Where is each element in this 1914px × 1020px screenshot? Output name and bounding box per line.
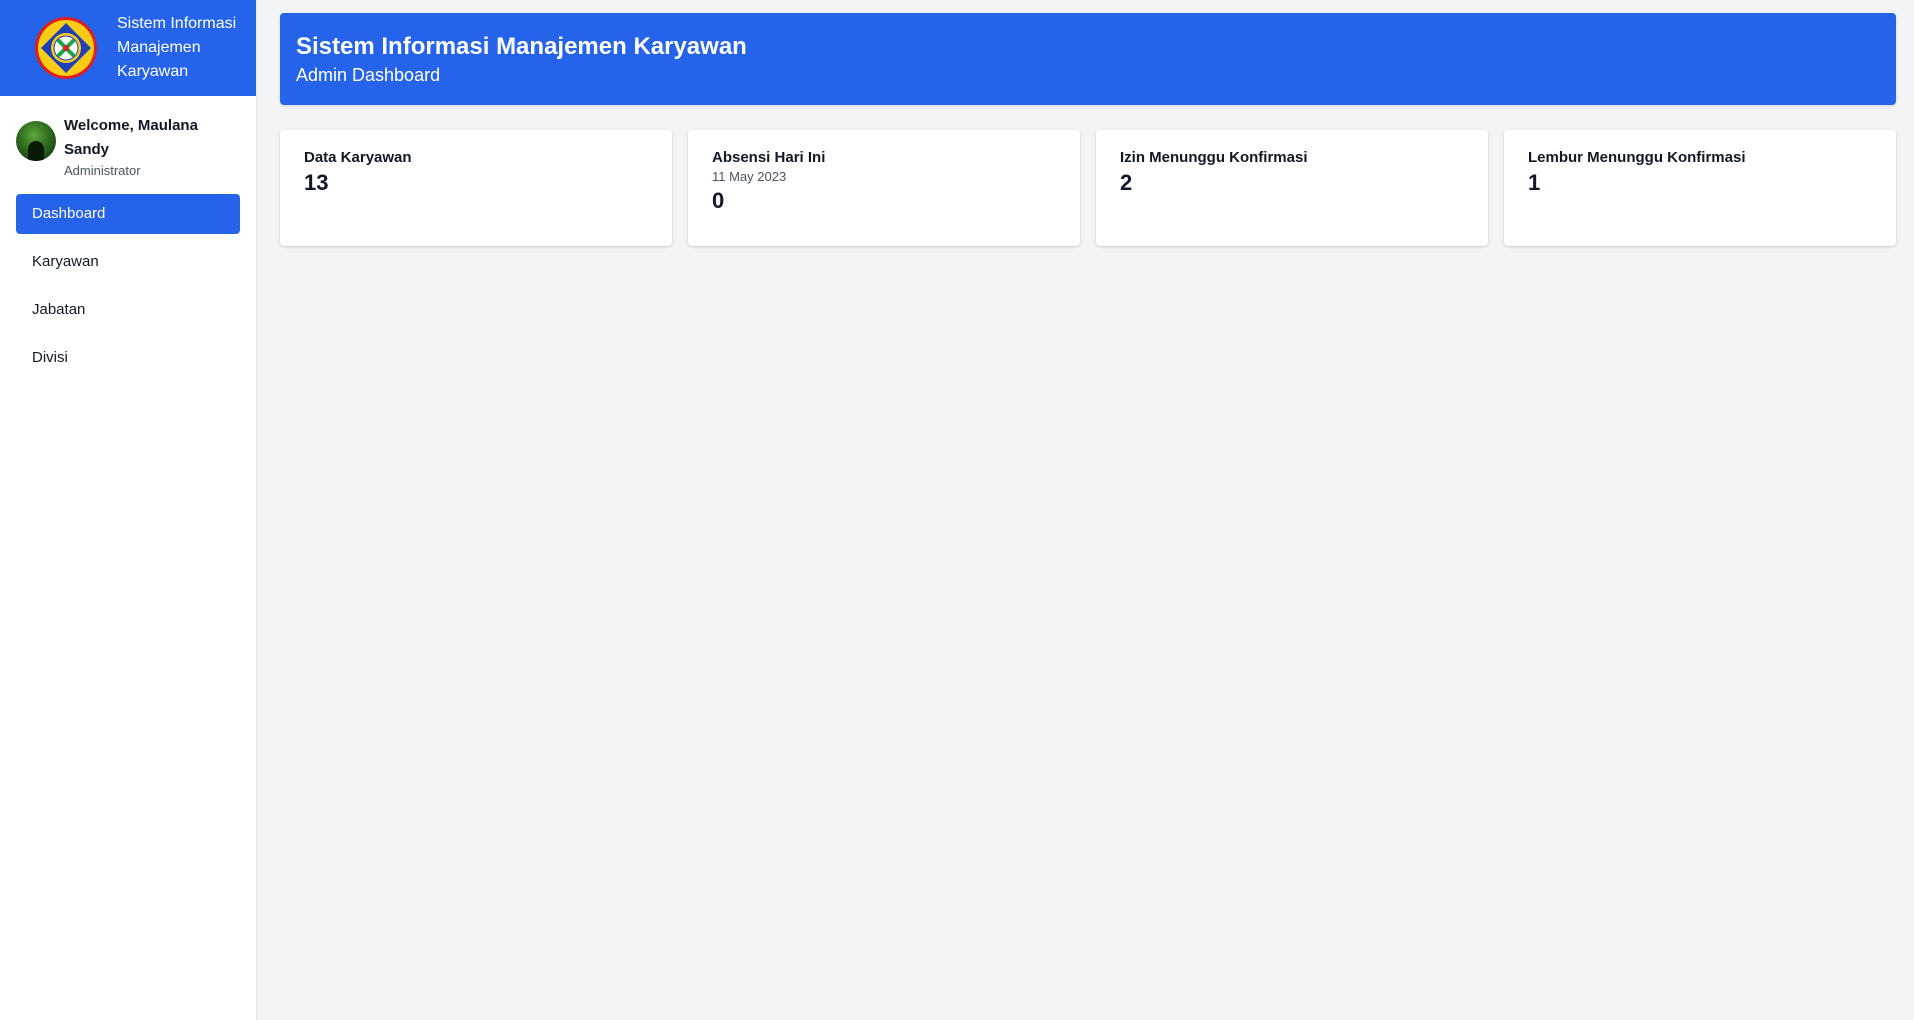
card-title: Lembur Menunggu Konfirmasi bbox=[1528, 149, 1746, 166]
sidebar-item-jabatan[interactable]: Jabatan bbox=[16, 290, 240, 330]
app-root: Sistem Informasi Manajemen Karyawan Welc… bbox=[0, 0, 1914, 1020]
card-lembur-menunggu[interactable]: Lembur Menunggu Konfirmasi 1 bbox=[1504, 130, 1896, 246]
user-profile: Welcome, Maulana Sandy Administrator bbox=[0, 96, 256, 180]
card-title: Data Karyawan bbox=[304, 149, 412, 166]
brand-title: Sistem Informasi Manajemen Karyawan bbox=[117, 15, 237, 80]
page-title: Sistem Informasi Manajemen Karyawan bbox=[296, 33, 747, 60]
card-izin-menunggu[interactable]: Izin Menunggu Konfirmasi 2 bbox=[1096, 130, 1488, 246]
sidebar-nav: Dashboard Karyawan Jabatan Divisi bbox=[0, 180, 256, 378]
main-content: Sistem Informasi Manajemen Karyawan Admi… bbox=[257, 0, 1914, 1020]
brand-header: Sistem Informasi Manajemen Karyawan bbox=[0, 0, 256, 96]
card-title: Absensi Hari Ini bbox=[712, 149, 826, 166]
page-header: Sistem Informasi Manajemen Karyawan Admi… bbox=[280, 13, 1896, 105]
avatar bbox=[16, 121, 56, 161]
sidebar-item-divisi[interactable]: Divisi bbox=[16, 338, 240, 378]
card-title: Izin Menunggu Konfirmasi bbox=[1120, 149, 1308, 166]
card-value: 2 bbox=[1120, 170, 1133, 195]
welcome-text: Welcome, Maulana Sandy bbox=[64, 117, 198, 158]
user-info: Welcome, Maulana Sandy Administrator bbox=[64, 114, 240, 180]
page-subtitle: Admin Dashboard bbox=[296, 65, 441, 85]
card-date: 11 May 2023 bbox=[712, 169, 787, 184]
card-value: 1 bbox=[1528, 170, 1541, 195]
stat-cards: Data Karyawan 13 Absensi Hari Ini 11 May… bbox=[280, 130, 1896, 246]
sidebar-item-karyawan[interactable]: Karyawan bbox=[16, 242, 240, 282]
user-role: Administrator bbox=[64, 163, 141, 178]
card-data-karyawan[interactable]: Data Karyawan 13 bbox=[280, 130, 672, 246]
sidebar: Sistem Informasi Manajemen Karyawan Welc… bbox=[0, 0, 257, 1020]
logo-icon[interactable] bbox=[34, 16, 98, 80]
card-value: 0 bbox=[712, 188, 725, 213]
card-value: 13 bbox=[304, 170, 329, 195]
card-absensi-hari-ini[interactable]: Absensi Hari Ini 11 May 2023 0 bbox=[688, 130, 1080, 246]
sidebar-item-dashboard[interactable]: Dashboard bbox=[16, 194, 240, 234]
